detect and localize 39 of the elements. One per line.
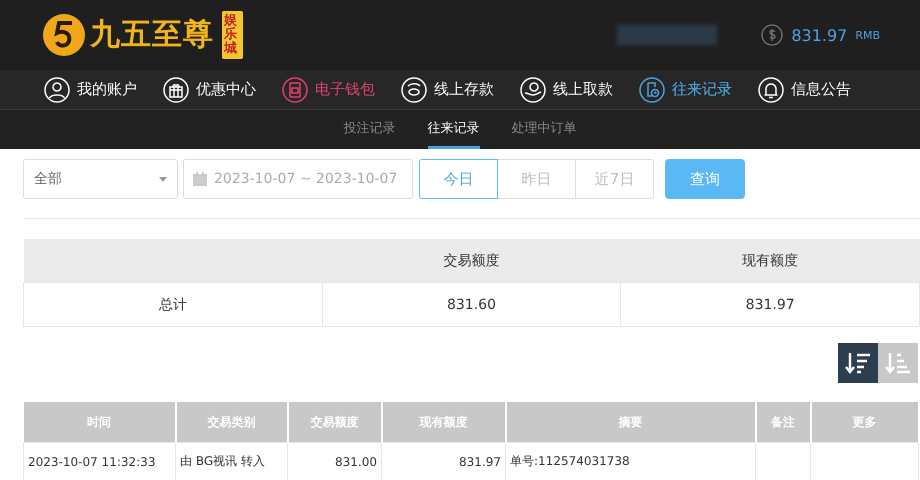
bell-icon	[758, 76, 784, 102]
sort-descending-button[interactable]	[838, 343, 878, 383]
nav-tab[interactable]: 我的账户	[44, 76, 137, 102]
table-cell: 831.97	[620, 282, 920, 326]
table-cell: 2023-10-07 11:32:33	[24, 442, 176, 480]
sort-icon	[844, 351, 872, 375]
nav-tab[interactable]: 信息公告	[758, 76, 851, 102]
table-cell: 831.97	[382, 442, 506, 480]
caret-icon	[159, 176, 167, 182]
table-cell: 831.00	[288, 442, 382, 480]
wallet-icon	[282, 76, 308, 102]
table-cell: 由 BG视讯 转入	[176, 442, 288, 480]
column-header: 交易额度	[322, 239, 621, 282]
nav-tab[interactable]: 线上存款	[401, 76, 494, 102]
gift-icon	[163, 76, 189, 102]
coin-hand-icon	[520, 76, 546, 102]
brand-badge: 娱乐城	[222, 10, 243, 60]
table-cell: 831.60	[322, 282, 621, 326]
logo-icon	[42, 12, 86, 57]
user-icon	[44, 76, 70, 102]
dollar-icon	[761, 24, 784, 46]
column-header: 现有额度	[620, 239, 920, 282]
table-cell: 单号:112574031738	[506, 442, 756, 480]
balance-amount: 831.97	[791, 26, 848, 44]
nav-tab[interactable]: 电子钱包	[282, 76, 375, 102]
nav-tab[interactable]: 往来记录	[639, 76, 732, 102]
currency-label: RMB	[855, 28, 880, 42]
nav-tab[interactable]: 线上取款	[520, 76, 613, 102]
sub-tab[interactable]: 往来记录	[428, 110, 480, 149]
brand-name: 九五至尊	[90, 16, 214, 54]
sub-tab[interactable]: 处理中订单	[512, 110, 576, 149]
sub-tab[interactable]: 投注记录	[344, 110, 396, 149]
table-cell: 总计	[24, 282, 322, 326]
nav-tab[interactable]: 优惠中心	[163, 76, 256, 102]
clipboard-clock-icon	[639, 76, 665, 102]
sort-icon	[884, 351, 912, 375]
date-preset-button[interactable]: 今日	[419, 159, 498, 199]
type-select[interactable]: 全部	[23, 159, 178, 199]
calendar-icon	[192, 171, 208, 187]
